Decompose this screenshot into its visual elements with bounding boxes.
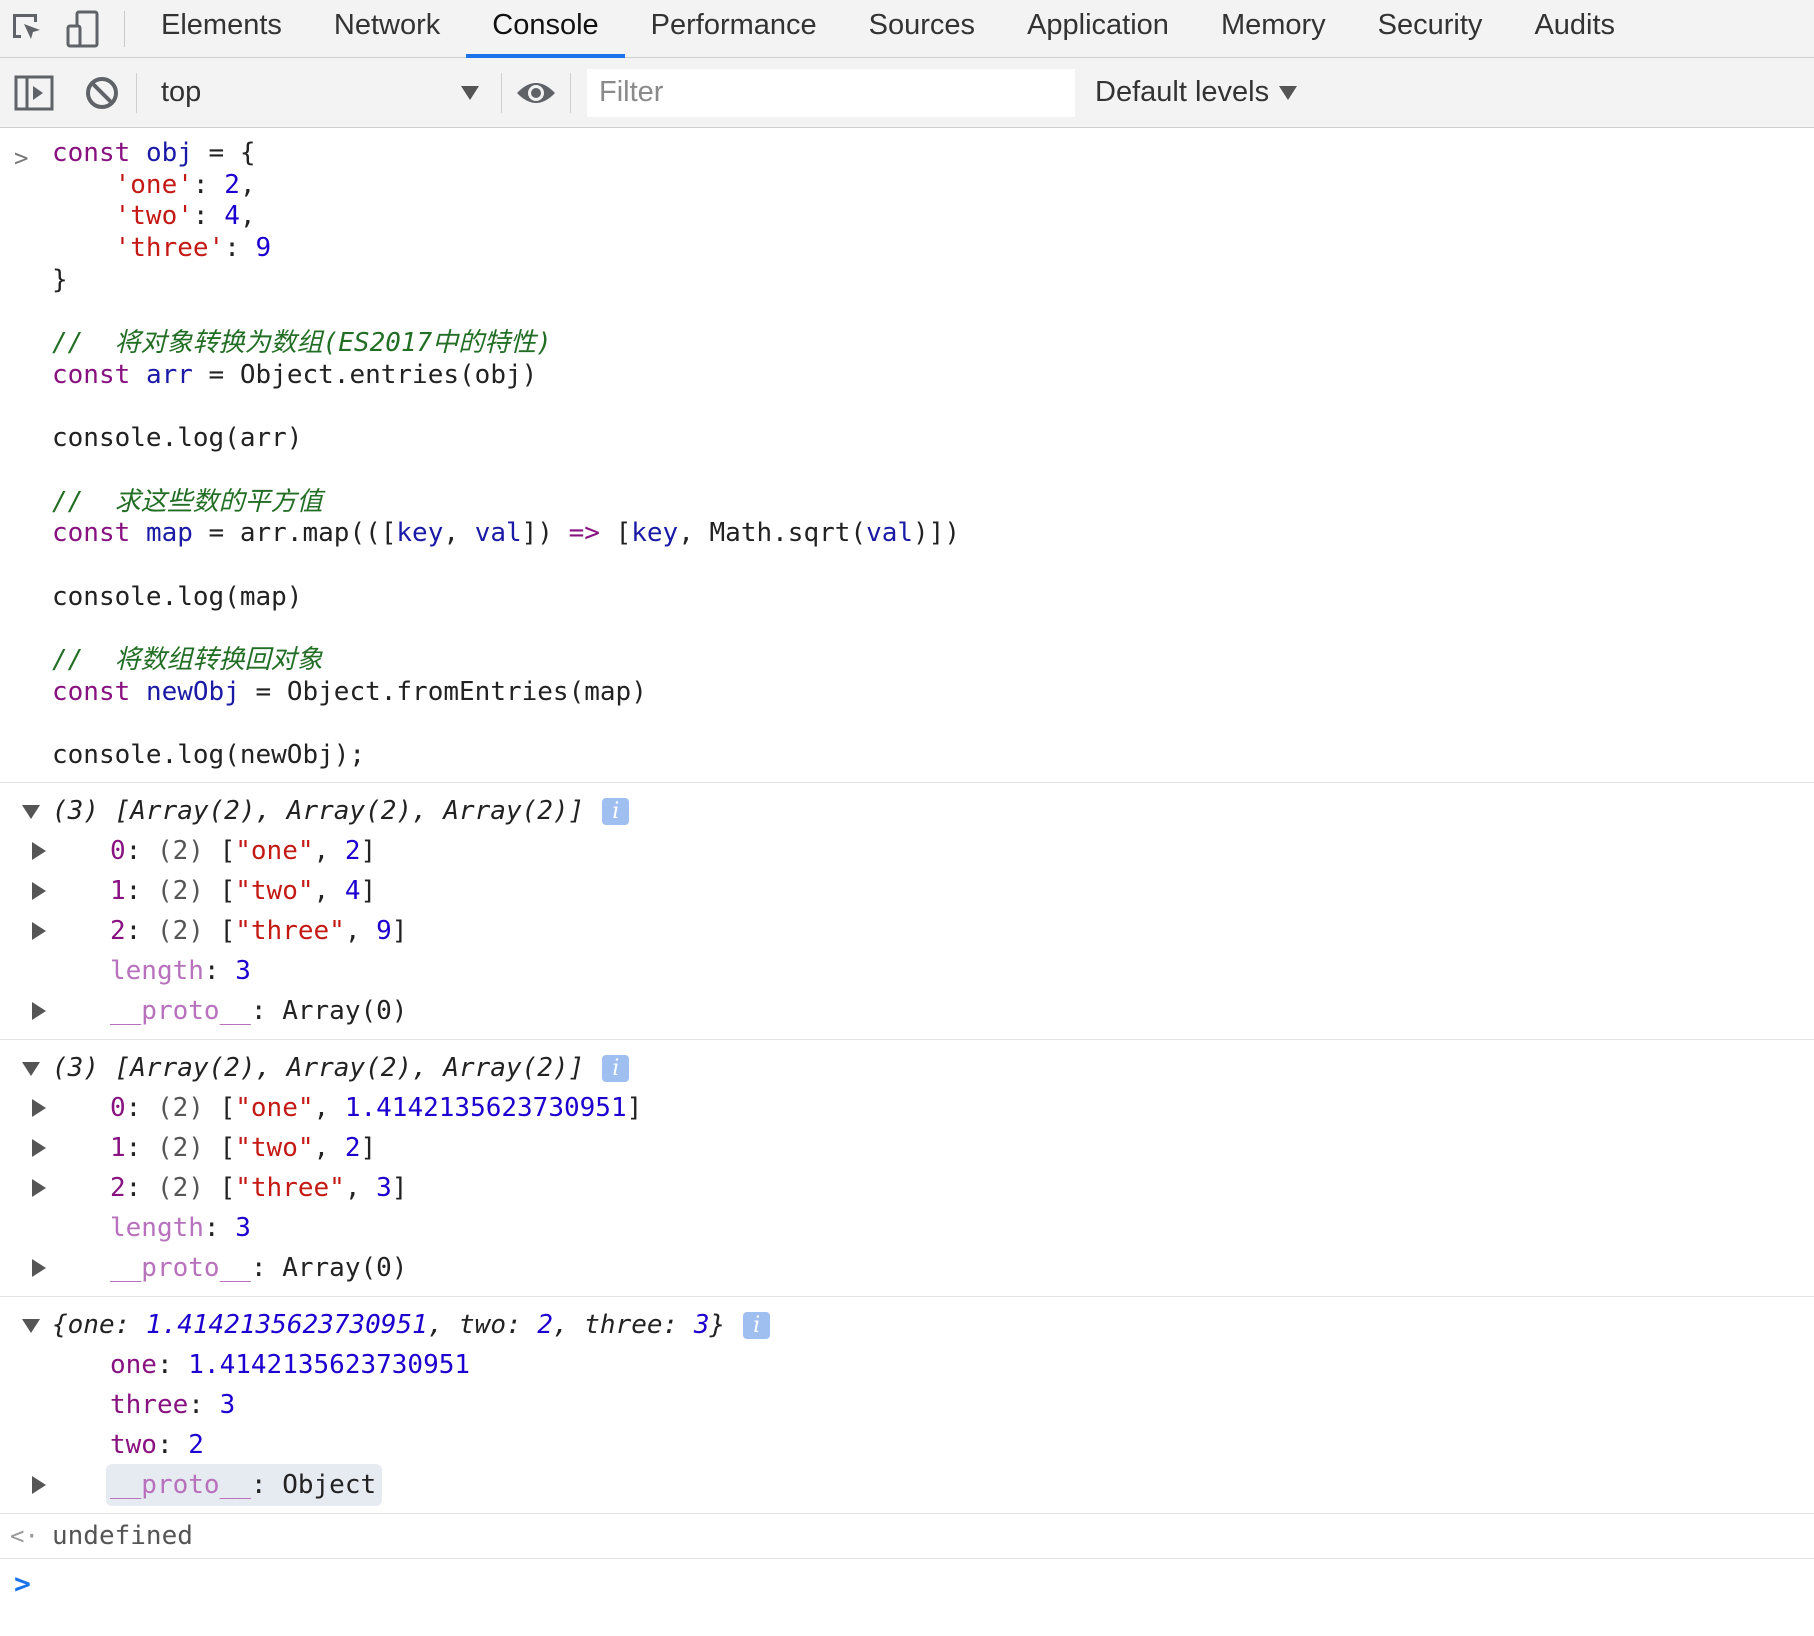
array-item[interactable]: 2: (2) ["three", 3] [32,1168,1814,1208]
devtools-tab-bar: Elements Network Console Performance Sou… [0,0,1814,58]
proto-property[interactable]: __proto__: Array(0) [32,991,1814,1031]
eye-icon[interactable] [502,58,570,128]
obj-value: 9 [255,233,272,264]
log-levels-label: Default levels [1095,76,1270,108]
context-selector[interactable]: top [137,58,501,128]
array-item[interactable]: 0: (2) ["one", 1.4142135623730951] [32,1088,1814,1128]
inspect-element-icon[interactable] [0,0,56,58]
expandable-summary[interactable]: (3) [Array(2), Array(2), Array(2)] i [22,791,1814,831]
tab-application[interactable]: Application [1001,0,1195,58]
prompt-caret-icon: > [14,1567,31,1601]
length-property: length: 3 [110,1213,251,1244]
log-levels-dropdown[interactable]: Default levels [1095,76,1298,109]
obj-key: 'one' [114,169,193,200]
expandable-summary[interactable]: {one: 1.4142135623730951, two: 2, three:… [22,1305,1814,1345]
log-statement: console.log(map) [52,581,303,612]
collapse-triangle-icon[interactable] [32,842,46,861]
code-comment: // 求这些数的平方值 [52,486,323,517]
console-input-entry: > const obj = { 'one': 2, 'two': 4, 'thr… [0,128,1814,784]
obj-identifier: obj [145,138,193,168]
expand-triangle-icon[interactable] [22,1319,40,1334]
collapse-triangle-icon[interactable] [32,1139,46,1158]
collapse-triangle-icon[interactable] [32,1259,46,1278]
log-statement: console.log(newObj); [52,740,366,771]
array-item[interactable]: 1: (2) ["two", 4] [32,871,1814,911]
info-icon[interactable]: i [602,1055,630,1083]
input-prompt-icon: > [14,144,29,172]
arr-identifier: arr [145,359,193,390]
code-comment: // 将对象转换为数组(ES2017中的特性) [52,328,552,359]
array-item[interactable]: 1: (2) ["two", 2] [32,1128,1814,1168]
info-icon[interactable]: i [602,798,630,826]
log-statement: console.log(arr) [52,423,303,454]
collapse-triangle-icon[interactable] [32,922,46,941]
proto-property[interactable]: __proto__: Object [32,1464,1814,1507]
expand-triangle-icon[interactable] [22,805,40,820]
context-label: top [161,76,202,108]
sidebar-toggle-icon[interactable] [0,58,68,128]
collapse-triangle-icon[interactable] [32,1179,46,1198]
expand-triangle-icon[interactable] [22,1062,40,1077]
dropdown-arrow-icon [461,85,479,100]
expandable-summary[interactable]: (3) [Array(2), Array(2), Array(2)] i [22,1048,1814,1088]
array-item[interactable]: 0: (2) ["one", 2] [32,831,1814,871]
tab-audits[interactable]: Audits [1508,0,1641,58]
tab-memory[interactable]: Memory [1195,0,1352,58]
obj-key: 'two' [114,201,193,232]
collapse-triangle-icon[interactable] [32,1002,46,1021]
result-value: undefined [52,1521,193,1552]
tab-elements[interactable]: Elements [135,0,308,58]
object-property: one: 1.4142135623730951 [110,1350,471,1381]
arr-expression: Object.entries(obj) [239,359,538,390]
log-entry-map: (3) [Array(2), Array(2), Array(2)] i 0: (… [0,1040,1814,1298]
console-panel: > const obj = { 'one': 2, 'two': 4, 'thr… [0,128,1814,1609]
device-toggle-icon[interactable] [56,0,112,58]
newobj-identifier: newObj [145,676,240,707]
map-identifier: map [145,518,193,549]
hovered-proto[interactable]: __proto__: Object [106,1464,383,1507]
obj-key: 'three' [114,233,225,264]
tab-divider [124,10,125,47]
toolbar-divider [570,72,571,113]
console-toolbar: top Default levels [0,58,1814,128]
array-item[interactable]: 2: (2) ["three", 9] [32,911,1814,951]
tab-network[interactable]: Network [308,0,466,58]
log-entry-newobj: {one: 1.4142135623730951, two: 2, three:… [0,1297,1814,1515]
code-comment: // 将数组转换回对象 [52,645,323,676]
dropdown-arrow-icon [1279,85,1298,100]
clear-console-icon[interactable] [68,58,136,128]
length-property: length: 3 [110,956,251,987]
collapse-triangle-icon[interactable] [32,882,46,901]
log-entry-arr: (3) [Array(2), Array(2), Array(2)] i 0: (… [0,783,1814,1041]
collapse-triangle-icon[interactable] [32,1476,46,1495]
collapse-triangle-icon[interactable] [32,1099,46,1118]
result-entry: <· undefined [0,1514,1814,1560]
tab-sources[interactable]: Sources [843,0,1001,58]
filter-input[interactable] [587,68,1075,117]
info-icon[interactable]: i [743,1312,771,1340]
obj-value: 4 [224,201,240,232]
code-block: const obj = { 'one': 2, 'two': 4, 'three… [52,138,960,771]
tab-console[interactable]: Console [466,0,625,58]
obj-value: 2 [224,169,240,200]
newobj-expression: Object.fromEntries(map) [286,676,647,707]
result-arrow-icon: <· [10,1522,39,1551]
console-prompt[interactable]: > [0,1559,1814,1609]
tab-security[interactable]: Security [1352,0,1509,58]
object-property: three: 3 [110,1390,236,1421]
object-property: two: 2 [110,1430,204,1461]
proto-property[interactable]: __proto__: Array(0) [32,1248,1814,1288]
tab-performance[interactable]: Performance [625,0,843,58]
